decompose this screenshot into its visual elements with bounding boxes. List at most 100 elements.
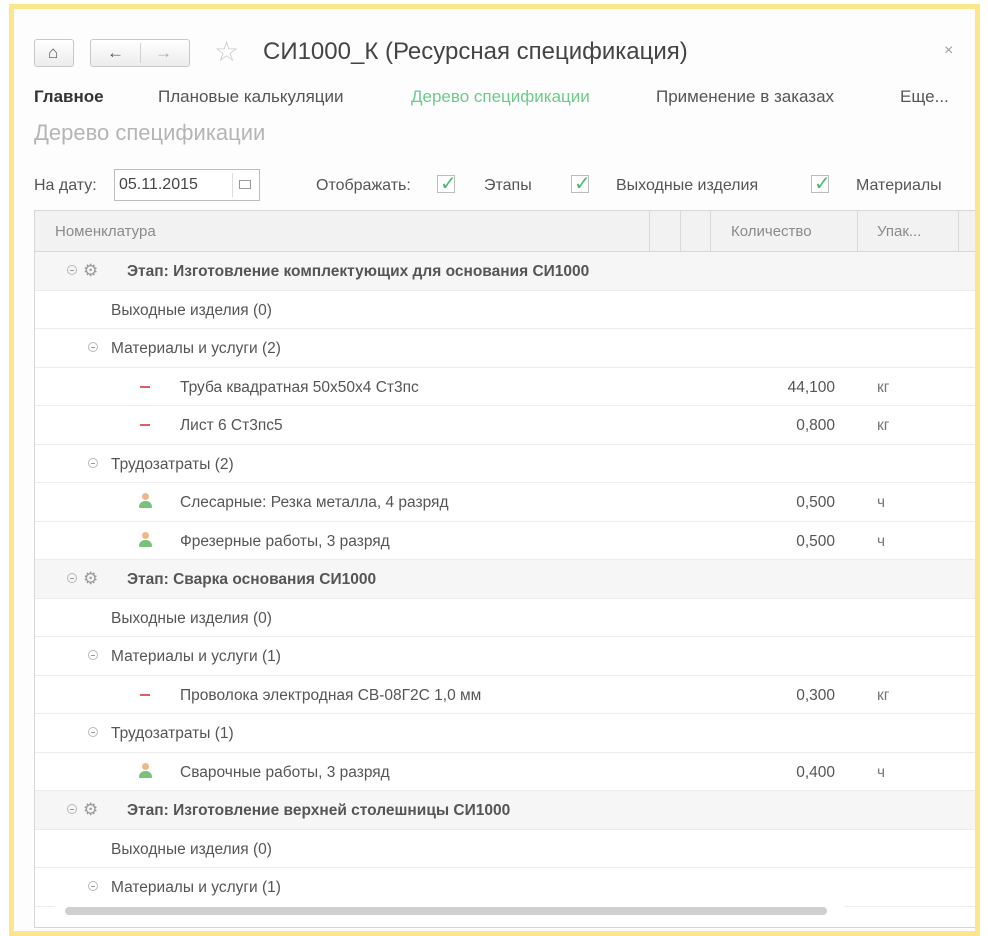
table-header: Номенклатура Количество Упак...	[35, 211, 975, 252]
collapse-toggle-icon[interactable]	[67, 573, 77, 583]
person-icon	[138, 493, 152, 509]
person-icon	[138, 762, 152, 779]
table-body: ⚙ Этап: Изготовление комплектующих для ос…	[35, 252, 975, 907]
row-name: Этап: Сварка основания СИ1000	[127, 571, 377, 588]
column-header-quantity[interactable]: Количество	[731, 223, 812, 240]
row-name: Этап: Изготовление комплектующих для осн…	[127, 263, 590, 280]
collapse-toggle-icon[interactable]	[88, 650, 98, 660]
filter-bar: На дату: 05.11.2015 Отображать: ✓ Этапы …	[34, 169, 964, 203]
stage-row[interactable]: ⚙ Этап: Изготовление верхней столешницы С…	[35, 791, 975, 830]
row-name: Материалы и услуги (1)	[111, 879, 281, 896]
table-row[interactable]: Трудозатраты (2)	[35, 445, 975, 483]
material-icon	[140, 424, 150, 426]
row-name: Выходные изделия (0)	[111, 609, 272, 627]
row-unit: ч	[877, 763, 886, 781]
gear-icon: ⚙	[83, 800, 99, 819]
materials-label: Материалы	[856, 177, 942, 194]
date-value: 05.11.2015	[119, 176, 198, 193]
row-name: Сварочные работы, 3 разряд	[180, 763, 390, 781]
stage-row[interactable]: ⚙ Этап: Изготовление комплектующих для ос…	[35, 252, 975, 291]
row-quantity: 0,800	[796, 417, 835, 434]
row-quantity: 44,100	[787, 378, 835, 396]
row-name: Слесарные: Резка металла, 4 разряд	[180, 494, 449, 511]
table-row[interactable]: Труба квадратная 50х50х4 Ст3пс 44,100 кг	[35, 368, 975, 406]
calendar-icon	[239, 180, 251, 189]
tab-more[interactable]: Еще...	[900, 87, 949, 107]
horizontal-scrollbar[interactable]	[55, 906, 845, 916]
table-row[interactable]: Лист 6 Ст3пс5 0,800 кг	[35, 406, 975, 445]
forward-button[interactable]: →	[155, 44, 172, 62]
page-title: Дерево спецификации	[34, 120, 266, 145]
checkmark-icon: ✓	[814, 173, 831, 195]
collapse-toggle-icon[interactable]	[67, 265, 77, 275]
star-icon[interactable]: ☆	[214, 37, 239, 67]
row-name: Трудозатраты (2)	[111, 455, 234, 473]
tab-order-usage[interactable]: Применение в заказах	[656, 87, 834, 107]
material-icon	[140, 693, 150, 696]
tab-plan-calculations[interactable]: Плановые калькуляции	[158, 87, 344, 107]
table-row[interactable]: Проволока электродная СВ-08Г2С 1,0 мм 0,3…	[35, 676, 975, 714]
gear-icon: ⚙	[83, 261, 99, 280]
materials-checkbox[interactable]: ✓	[811, 173, 831, 195]
date-label: На дату:	[34, 177, 97, 194]
gear-icon: ⚙	[83, 569, 99, 588]
checkmark-icon: ✓	[440, 173, 457, 195]
back-button[interactable]: ←	[107, 44, 124, 62]
output-products-checkbox[interactable]: ✓	[571, 173, 591, 195]
home-button[interactable]: ⌂	[34, 39, 74, 67]
collapse-toggle-icon[interactable]	[88, 457, 98, 468]
stages-checkbox[interactable]: ✓	[437, 173, 457, 195]
row-name: Выходные изделия (0)	[111, 301, 272, 319]
row-unit: ч	[877, 532, 886, 550]
row-name: Труба квадратная 50х50х4 Ст3пс	[180, 378, 419, 396]
stages-label: Этапы	[484, 177, 532, 194]
form-window: ⌂ ← → ☆ СИ1000_К (Ресурсная спецификация…	[9, 4, 980, 936]
row-name: Материалы и услуги (2)	[111, 340, 281, 357]
table-row[interactable]: Выходные изделия (0)	[35, 599, 975, 637]
row-unit: кг	[877, 378, 890, 396]
output-products-label: Выходные изделия	[616, 177, 759, 194]
stage-row[interactable]: ⚙ Этап: Сварка основания СИ1000	[35, 560, 975, 599]
table-row[interactable]: Слесарные: Резка металла, 4 разряд 0,500 ч	[35, 483, 975, 522]
row-name: Проволока электродная СВ-08Г2С 1,0 мм	[180, 686, 482, 704]
tab-spec-tree[interactable]: Дерево спецификации	[411, 87, 590, 107]
table-row[interactable]: Сварочные работы, 3 разряд 0,400 ч	[35, 753, 975, 791]
collapse-toggle-icon[interactable]	[88, 881, 98, 891]
scrollbar-thumb[interactable]	[65, 907, 827, 915]
history-nav: ← →	[90, 39, 190, 67]
spec-tree-table: Номенклатура Количество Упак... ⚙ Этап: И…	[34, 210, 975, 928]
tab-main[interactable]: Главное	[34, 87, 104, 107]
show-label: Отображать:	[316, 177, 411, 194]
table-row[interactable]: Материалы и услуги (2)	[35, 329, 975, 368]
row-name: Фрезерные работы, 3 разряд	[180, 532, 390, 550]
row-name: Трудозатраты (1)	[111, 725, 234, 742]
table-row[interactable]: Фрезерные работы, 3 разряд 0,500 ч	[35, 522, 975, 560]
row-quantity: 0,500	[796, 532, 835, 550]
table-row[interactable]: Материалы и услуги (1)	[35, 868, 975, 907]
collapse-toggle-icon[interactable]	[67, 804, 77, 814]
table-row[interactable]: Выходные изделия (0)	[35, 830, 975, 868]
title-bar: ⌂ ← → ☆ СИ1000_К (Ресурсная спецификация…	[34, 37, 964, 69]
row-quantity: 0,500	[796, 494, 835, 511]
row-name: Этап: Изготовление верхней столешницы СИ…	[127, 802, 511, 819]
home-icon: ⌂	[48, 43, 59, 62]
window-title: СИ1000_К (Ресурсная спецификация)	[263, 38, 688, 65]
calendar-button[interactable]	[232, 173, 256, 197]
person-icon	[138, 531, 152, 548]
checkmark-icon: ✓	[574, 173, 591, 195]
tab-bar: Главное Плановые калькуляции Дерево спец…	[34, 87, 964, 111]
collapse-toggle-icon[interactable]	[88, 342, 98, 352]
row-name: Выходные изделия (0)	[111, 840, 272, 858]
table-row[interactable]: Трудозатраты (1)	[35, 714, 975, 753]
column-header-package[interactable]: Упак...	[877, 223, 921, 240]
table-row[interactable]: Материалы и услуги (1)	[35, 637, 975, 676]
row-quantity: 0,300	[796, 686, 835, 704]
collapse-toggle-icon[interactable]	[88, 727, 98, 737]
table-row[interactable]: Выходные изделия (0)	[35, 291, 975, 329]
row-unit: кг	[877, 686, 890, 704]
row-name: Материалы и услуги (1)	[111, 648, 281, 665]
row-quantity: 0,400	[796, 763, 835, 781]
column-header-nomenclature[interactable]: Номенклатура	[55, 223, 156, 240]
close-icon[interactable]: ×	[944, 42, 953, 60]
row-unit: кг	[877, 417, 890, 434]
